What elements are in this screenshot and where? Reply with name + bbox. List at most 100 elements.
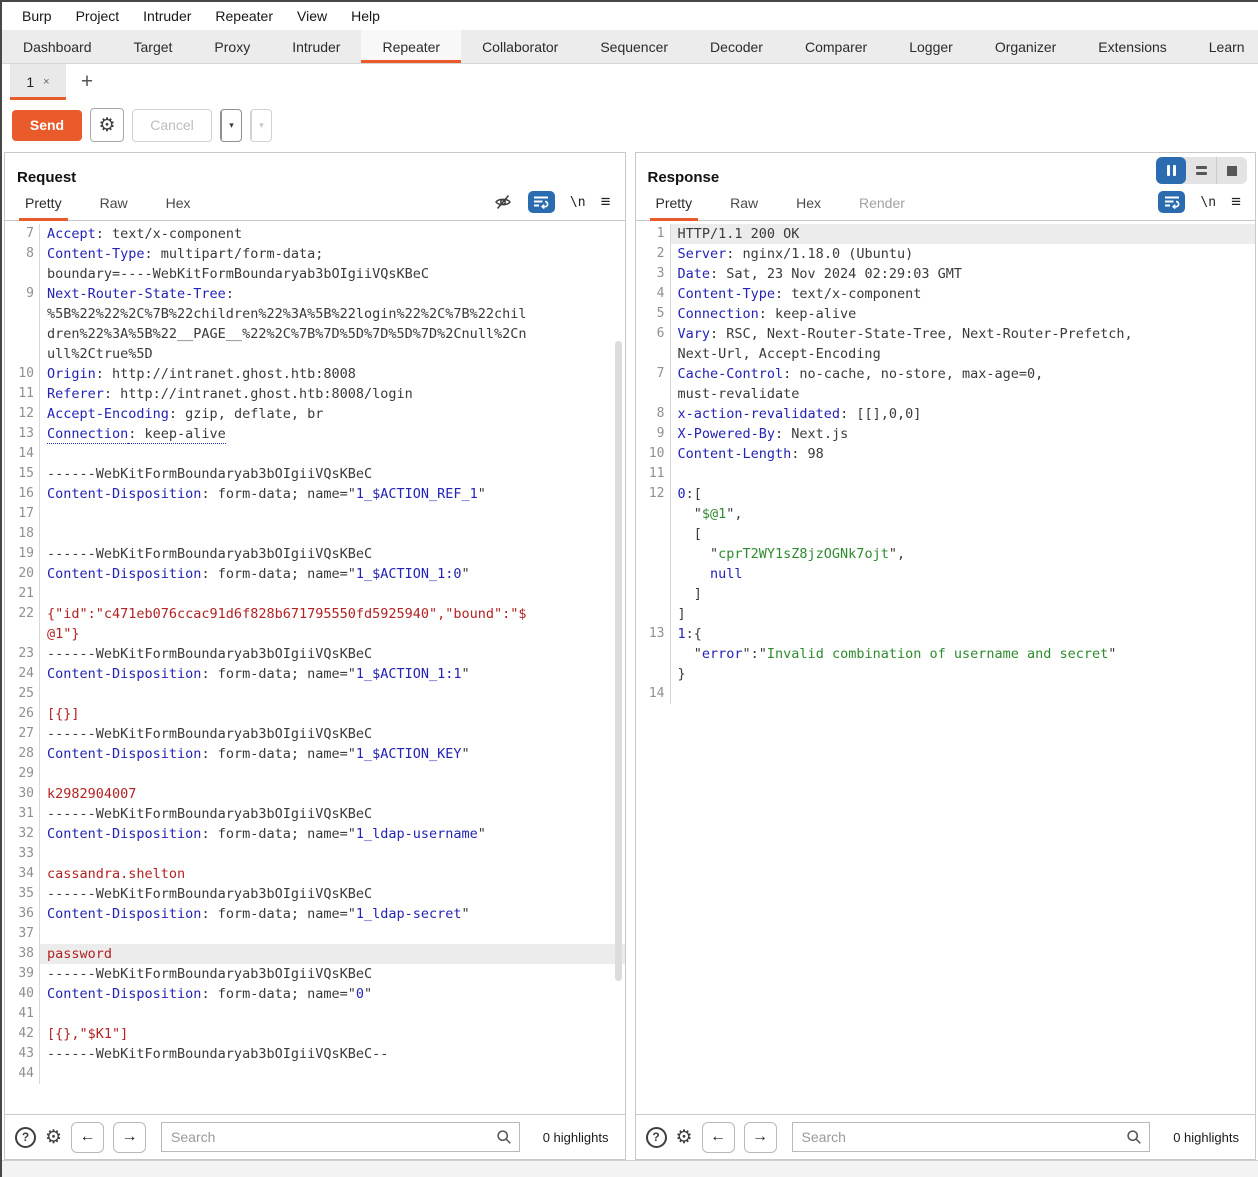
repeater-tab-1[interactable]: 1 × (10, 64, 66, 100)
tab-decoder[interactable]: Decoder (689, 30, 784, 63)
newline-toggle-icon[interactable]: \n (1200, 195, 1216, 210)
tab-proxy[interactable]: Proxy (193, 30, 271, 63)
tab-dashboard[interactable]: Dashboard (2, 30, 113, 63)
code-line: 21 (5, 584, 625, 604)
editor-menu-icon[interactable]: ≡ (1231, 192, 1241, 212)
menu-item-project[interactable]: Project (64, 8, 132, 24)
response-editor[interactable]: 1HTTP/1.1 200 OK2Server: nginx/1.18.0 (U… (636, 221, 1256, 1114)
cancel-button[interactable]: Cancel (132, 109, 212, 142)
code-line: 23------WebKitFormBoundaryab3bOIgiiVQsKB… (5, 644, 625, 664)
code-text (40, 1004, 625, 1024)
chevron-down-icon[interactable]: ▾ (222, 110, 241, 141)
tab-learn[interactable]: Learn (1188, 30, 1258, 63)
columns-layout-button[interactable] (1156, 157, 1186, 184)
tab-repeater[interactable]: Repeater (361, 30, 461, 63)
code-text: Origin: http://intranet.ghost.htb:8008 (40, 364, 625, 384)
view-tab-pretty[interactable]: Pretty (656, 195, 693, 220)
line-number (636, 564, 671, 584)
search-settings-gear-icon[interactable]: ⚙ (45, 1126, 62, 1149)
left-arrow-icon: ← (710, 1128, 726, 1146)
history-back-button[interactable]: < ▾ (220, 109, 242, 142)
close-icon[interactable]: × (43, 76, 49, 88)
code-line: 6Vary: RSC, Next-Router-State-Tree, Next… (636, 324, 1256, 344)
code-line: "$@1", (636, 504, 1256, 524)
tab-logger[interactable]: Logger (888, 30, 974, 63)
menu-item-repeater[interactable]: Repeater (203, 8, 285, 24)
code-text: Accept-Encoding: gzip, deflate, br (40, 404, 625, 424)
menu-item-intruder[interactable]: Intruder (131, 8, 203, 24)
code-line: 5Connection: keep-alive (636, 304, 1256, 324)
help-icon[interactable]: ? (15, 1127, 36, 1148)
code-line: 35------WebKitFormBoundaryab3bOIgiiVQsKB… (5, 884, 625, 904)
menu-item-burp[interactable]: Burp (10, 8, 64, 24)
line-number: 6 (636, 324, 671, 344)
search-input[interactable] (161, 1122, 520, 1152)
hide-nonprintable-icon[interactable] (493, 192, 513, 212)
add-tab-button[interactable]: + (66, 64, 108, 100)
menu-item-view[interactable]: View (285, 8, 339, 24)
editor-menu-icon[interactable]: ≡ (601, 192, 611, 212)
code-line: 2Server: nginx/1.18.0 (Ubuntu) (636, 244, 1256, 264)
tab-extensions[interactable]: Extensions (1077, 30, 1187, 63)
line-number: 40 (5, 984, 40, 1004)
prev-match-button[interactable]: ← (71, 1122, 104, 1153)
code-line: 36Content-Disposition: form-data; name="… (5, 904, 625, 924)
tab-target[interactable]: Target (113, 30, 194, 63)
code-text: HTTP/1.1 200 OK (671, 224, 1256, 244)
code-text (671, 464, 1256, 484)
code-text: @1"} (40, 624, 625, 644)
code-line: 120:[ (636, 484, 1256, 504)
tab-sequencer[interactable]: Sequencer (579, 30, 689, 63)
rows-layout-button[interactable] (1186, 157, 1216, 184)
request-settings-button[interactable]: ⚙ (90, 108, 124, 142)
chevron-down-icon[interactable]: ▾ (252, 110, 271, 141)
tab-comparer[interactable]: Comparer (784, 30, 888, 63)
code-text (40, 444, 625, 464)
code-line: 13Connection: keep-alive (5, 424, 625, 444)
search-input[interactable] (792, 1122, 1151, 1152)
tab-collaborator[interactable]: Collaborator (461, 30, 579, 63)
code-line: 28Content-Disposition: form-data; name="… (5, 744, 625, 764)
line-number (636, 664, 671, 684)
code-line: 1HTTP/1.1 200 OK (636, 224, 1256, 244)
single-layout-button[interactable] (1216, 157, 1247, 184)
help-icon[interactable]: ? (646, 1127, 667, 1148)
view-tab-hex[interactable]: Hex (796, 195, 821, 220)
line-number (636, 504, 671, 524)
view-tab-pretty[interactable]: Pretty (25, 195, 62, 220)
view-tab-hex[interactable]: Hex (166, 195, 191, 220)
code-text: Date: Sat, 23 Nov 2024 02:29:03 GMT (671, 264, 1256, 284)
code-text (40, 764, 625, 784)
newline-toggle-icon[interactable]: \n (570, 195, 586, 210)
code-text (40, 504, 625, 524)
code-text: Content-Type: multipart/form-data; (40, 244, 625, 264)
code-text: [{},"$K1"] (40, 1024, 625, 1044)
word-wrap-button[interactable] (1158, 191, 1185, 213)
request-scrollbar[interactable] (615, 341, 622, 981)
menu-item-help[interactable]: Help (339, 8, 392, 24)
tab-organizer[interactable]: Organizer (974, 30, 1077, 63)
send-button[interactable]: Send (12, 110, 82, 141)
word-wrap-button[interactable] (528, 191, 555, 213)
code-text (671, 684, 1256, 704)
next-match-button[interactable]: → (113, 1122, 146, 1153)
code-line: "cprT2WY1sZ8jzOGNk7ojt", (636, 544, 1256, 564)
prev-match-button[interactable]: ← (702, 1122, 735, 1153)
code-text (40, 684, 625, 704)
code-line: 25 (5, 684, 625, 704)
search-settings-gear-icon[interactable]: ⚙ (676, 1126, 693, 1149)
tab-intruder[interactable]: Intruder (271, 30, 361, 63)
request-view-tabs-row: Pretty Raw Hex \n ≡ (5, 186, 625, 221)
line-number: 34 (5, 864, 40, 884)
history-forward-button[interactable]: > ▾ (250, 109, 272, 142)
code-text: "cprT2WY1sZ8jzOGNk7ojt", (671, 544, 1256, 564)
next-match-button[interactable]: → (744, 1122, 777, 1153)
code-text: Next-Router-State-Tree: (40, 284, 625, 304)
response-view-tabs-row: Pretty Raw Hex Render \n ≡ (636, 186, 1256, 221)
request-editor-icons: \n ≡ (493, 191, 625, 220)
plus-icon: + (81, 70, 93, 94)
request-editor[interactable]: 7Accept: text/x-component8Content-Type: … (5, 221, 625, 1114)
view-tab-raw[interactable]: Raw (100, 195, 128, 220)
view-tab-render[interactable]: Render (859, 195, 905, 220)
view-tab-raw[interactable]: Raw (730, 195, 758, 220)
